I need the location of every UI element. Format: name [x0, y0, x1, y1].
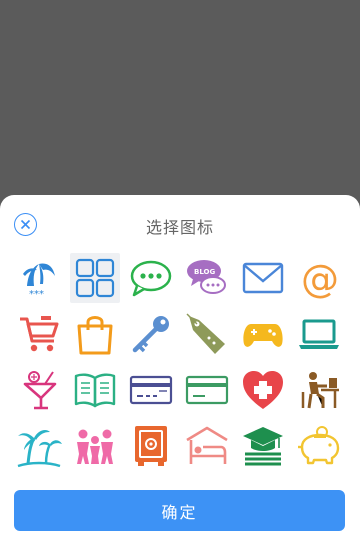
- icon-option-chat[interactable]: [126, 253, 176, 303]
- icon-option-book[interactable]: [70, 365, 120, 415]
- cocktail-icon: [23, 371, 57, 410]
- credit-card-green-icon: [185, 375, 229, 405]
- icon-option-gamepad[interactable]: [238, 309, 288, 359]
- hotel-bed-icon: [186, 426, 228, 464]
- icon-option-card-green[interactable]: [182, 365, 232, 415]
- svg-text:BLOG: BLOG: [194, 268, 215, 276]
- svg-text:***: ***: [29, 289, 44, 300]
- credit-card-purple-icon: [129, 375, 173, 405]
- icon-option-key[interactable]: [126, 309, 176, 359]
- icon-option-piggy[interactable]: [294, 421, 344, 471]
- modal-overlay[interactable]: [0, 0, 360, 195]
- icon-option-safe[interactable]: [126, 421, 176, 471]
- open-book-icon: [74, 373, 116, 408]
- family-people-icon: [77, 429, 113, 464]
- palm-island-icon: [17, 430, 62, 468]
- icon-option-card-purple[interactable]: [126, 365, 176, 415]
- price-tag-icon: [186, 313, 225, 354]
- icon-option-at[interactable]: @: [294, 253, 344, 303]
- piggy-bank-icon: [298, 426, 340, 465]
- palm-trees-stars-icon: ***: [23, 263, 55, 300]
- desk-worker-icon: [301, 372, 339, 409]
- icon-option-blog[interactable]: BLOG: [182, 253, 232, 303]
- dialog-title: 选择图标: [145, 218, 214, 237]
- icon-option-medical[interactable]: [238, 365, 288, 415]
- icon-option-mail[interactable]: [238, 253, 288, 303]
- icon-option-palm-trees[interactable]: ***: [14, 253, 64, 303]
- icon-option-graduation[interactable]: [238, 421, 288, 471]
- icon-option-family[interactable]: [70, 421, 120, 471]
- chat-bubble-icon: [130, 260, 172, 297]
- key-icon: [132, 316, 169, 353]
- icon-picker-sheet: 选择图标 *** BLOG @ 确定: [0, 195, 360, 546]
- shopping-bag-icon: [77, 316, 113, 355]
- medical-heart-icon: [243, 371, 283, 409]
- confirm-button[interactable]: 确定: [14, 490, 345, 531]
- icon-option-desk[interactable]: [294, 365, 344, 415]
- icon-option-cocktail[interactable]: [14, 365, 64, 415]
- gamepad-icon: [243, 324, 283, 347]
- icon-option-bag[interactable]: [70, 309, 120, 359]
- icon-option-tag[interactable]: [182, 309, 232, 359]
- laptop-icon: [299, 319, 339, 349]
- mail-envelope-icon: [242, 262, 284, 294]
- safe-box-icon: [135, 426, 167, 466]
- blog-bubble-icon: BLOG: [187, 260, 226, 294]
- icon-option-hotel[interactable]: [182, 421, 232, 471]
- icon-option-grid[interactable]: [70, 253, 120, 303]
- icon-option-palm-island[interactable]: [14, 421, 64, 471]
- graduation-cap-icon: [243, 427, 283, 466]
- svg-text:@: @: [301, 257, 339, 300]
- grid-apps-icon: [75, 258, 115, 298]
- shopping-cart-icon: [20, 316, 59, 352]
- at-sign-icon: @: [301, 257, 339, 300]
- icon-option-laptop[interactable]: [294, 309, 344, 359]
- icon-option-cart[interactable]: [14, 309, 64, 359]
